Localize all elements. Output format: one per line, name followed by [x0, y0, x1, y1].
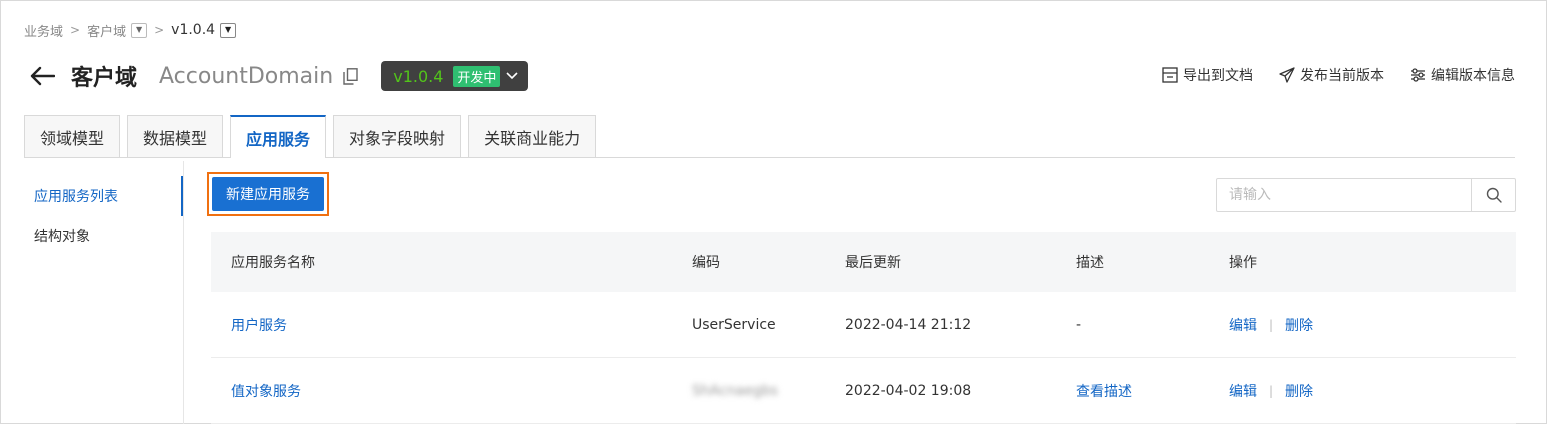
create-service-button[interactable]: 新建应用服务: [212, 177, 324, 211]
column-header-updated: 最后更新: [845, 255, 901, 271]
chevron-down-icon: [506, 69, 520, 83]
sidebar-item-struct-object[interactable]: 结构对象: [24, 216, 184, 256]
search-box: [1216, 178, 1516, 212]
edit-link[interactable]: 编辑: [1229, 315, 1257, 335]
service-code: ShAcnaegbs: [692, 382, 778, 399]
send-icon: [1279, 67, 1295, 83]
breadcrumb-item-version: v1.0.4: [171, 22, 216, 38]
publish-version-button[interactable]: 发布当前版本: [1279, 65, 1384, 85]
export-doc-button[interactable]: 导出到文档: [1162, 65, 1253, 85]
export-doc-label: 导出到文档: [1183, 68, 1253, 84]
column-header-name: 应用服务名称: [231, 255, 315, 271]
tab-bar: 领域模型 数据模型 应用服务 对象字段映射 关联商业能力: [24, 115, 603, 158]
status-badge: 开发中: [453, 65, 501, 87]
search-button[interactable]: [1471, 179, 1515, 211]
breadcrumb: 业务域 > 客户域 ▼ > v1.0.4 ▼: [24, 19, 237, 41]
service-code: UserService: [692, 316, 776, 333]
last-updated: 2022-04-14 21:12: [845, 316, 972, 333]
settings-sliders-icon: [1411, 68, 1425, 82]
edit-link[interactable]: 编辑: [1229, 381, 1257, 401]
sidebar: 应用服务列表 结构对象: [24, 176, 184, 256]
breadcrumb-item-business-domain[interactable]: 业务域: [24, 21, 63, 40]
row-actions: 编辑 | 删除: [1229, 381, 1313, 401]
app-window: 业务域 > 客户域 ▼ > v1.0.4 ▼ 客户域 AccountDomain…: [0, 0, 1547, 424]
column-header-desc: 描述: [1076, 255, 1104, 271]
row-actions: 编辑 | 删除: [1229, 315, 1313, 335]
version-label: v1.0.4: [393, 66, 444, 86]
version-selector[interactable]: v1.0.4 开发中: [381, 61, 529, 91]
edit-version-info-label: 编辑版本信息: [1431, 68, 1515, 84]
service-table: 应用服务名称 编码 最后更新 描述 操作 用户服务 UserService 20…: [211, 232, 1516, 424]
chevron-right-icon: >: [70, 23, 81, 37]
version-dropdown-icon[interactable]: ▼: [220, 22, 237, 38]
service-name-link[interactable]: 值对象服务: [231, 381, 301, 401]
chevron-right-icon: >: [154, 23, 165, 37]
search-input[interactable]: [1217, 179, 1471, 211]
edit-version-info-button[interactable]: 编辑版本信息: [1410, 65, 1515, 85]
tab-domain-model[interactable]: 领域模型: [24, 115, 121, 157]
view-description-link[interactable]: 查看描述: [1076, 381, 1132, 401]
header-actions: 导出到文档 发布当前版本 编辑版本信息: [1136, 65, 1515, 85]
publish-version-label: 发布当前版本: [1300, 68, 1384, 84]
last-updated: 2022-04-02 19:08: [845, 382, 972, 399]
copy-icon[interactable]: [343, 67, 359, 85]
back-arrow-icon[interactable]: [29, 65, 57, 87]
table-header: 应用服务名称 编码 最后更新 描述 操作: [211, 232, 1516, 292]
delete-link[interactable]: 删除: [1285, 315, 1313, 335]
search-icon: [1486, 187, 1502, 203]
create-button-highlight: 新建应用服务: [207, 172, 329, 216]
tab-data-model[interactable]: 数据模型: [127, 115, 224, 157]
page-title: 客户域: [71, 66, 138, 91]
delete-link[interactable]: 删除: [1285, 381, 1313, 401]
sidebar-divider: [183, 161, 184, 424]
service-desc: -: [1076, 316, 1082, 333]
title-row: 客户域 AccountDomain v1.0.4 开发中: [29, 59, 529, 93]
action-separator: |: [1269, 383, 1274, 398]
sidebar-item-service-list[interactable]: 应用服务列表: [24, 176, 184, 216]
tab-object-field-mapping[interactable]: 对象字段映射: [333, 115, 462, 157]
service-name-link[interactable]: 用户服务: [231, 315, 287, 335]
action-separator: |: [1269, 317, 1274, 332]
table-row: 值对象服务 ShAcnaegbs 2022-04-02 19:08 查看描述 编…: [211, 358, 1516, 424]
tab-application-service[interactable]: 应用服务: [230, 115, 327, 158]
table-row: 用户服务 UserService 2022-04-14 21:12 - 编辑 |…: [211, 292, 1516, 358]
export-icon: [1162, 67, 1178, 83]
breadcrumb-item-customer-domain[interactable]: 客户域: [87, 21, 126, 40]
tab-related-business-capability[interactable]: 关联商业能力: [468, 115, 597, 157]
column-header-code: 编码: [692, 255, 720, 271]
column-header-ops: 操作: [1229, 255, 1257, 271]
page-subtitle: AccountDomain: [159, 63, 334, 89]
domain-dropdown-icon[interactable]: ▼: [131, 22, 148, 38]
